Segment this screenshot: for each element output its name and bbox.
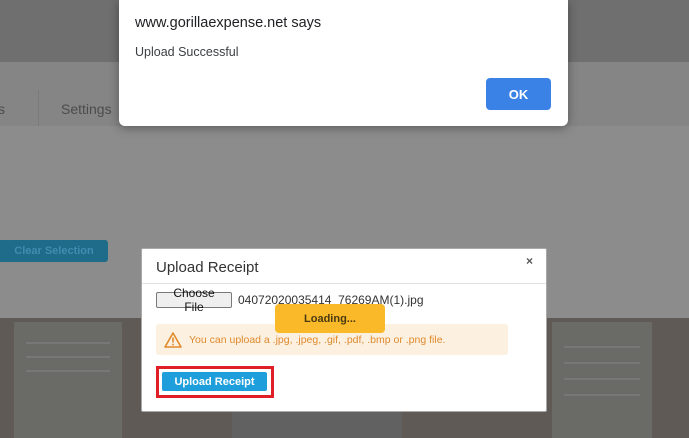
close-icon[interactable]: ×: [526, 254, 533, 268]
nav-separator: [38, 90, 39, 126]
browser-alert-dialog: www.gorillaexpense.net says Upload Succe…: [119, 0, 568, 126]
choose-file-button[interactable]: Choose File: [156, 286, 232, 314]
upload-receipt-button[interactable]: Upload Receipt: [162, 372, 267, 391]
receipt-thumbnail[interactable]: [552, 322, 652, 438]
clear-selection-button[interactable]: Clear Selection: [0, 240, 108, 262]
alert-message: Upload Successful: [135, 45, 239, 59]
warning-text: You can upload a .jpg, .jpeg, .gif, .pdf…: [189, 334, 446, 346]
warning-triangle-icon: [164, 332, 182, 348]
alert-title: www.gorillaexpense.net says: [135, 15, 322, 31]
modal-title: Upload Receipt: [156, 259, 259, 276]
nav-item-partial: s: [0, 101, 5, 117]
upload-receipt-modal: Upload Receipt × Choose File 04072020035…: [141, 248, 547, 412]
modal-divider: [142, 283, 546, 284]
alert-ok-button[interactable]: OK: [486, 78, 551, 110]
loading-indicator: Loading...: [275, 304, 385, 333]
receipt-thumbnail[interactable]: [14, 322, 122, 438]
nav-item-settings[interactable]: Settings: [61, 101, 112, 117]
